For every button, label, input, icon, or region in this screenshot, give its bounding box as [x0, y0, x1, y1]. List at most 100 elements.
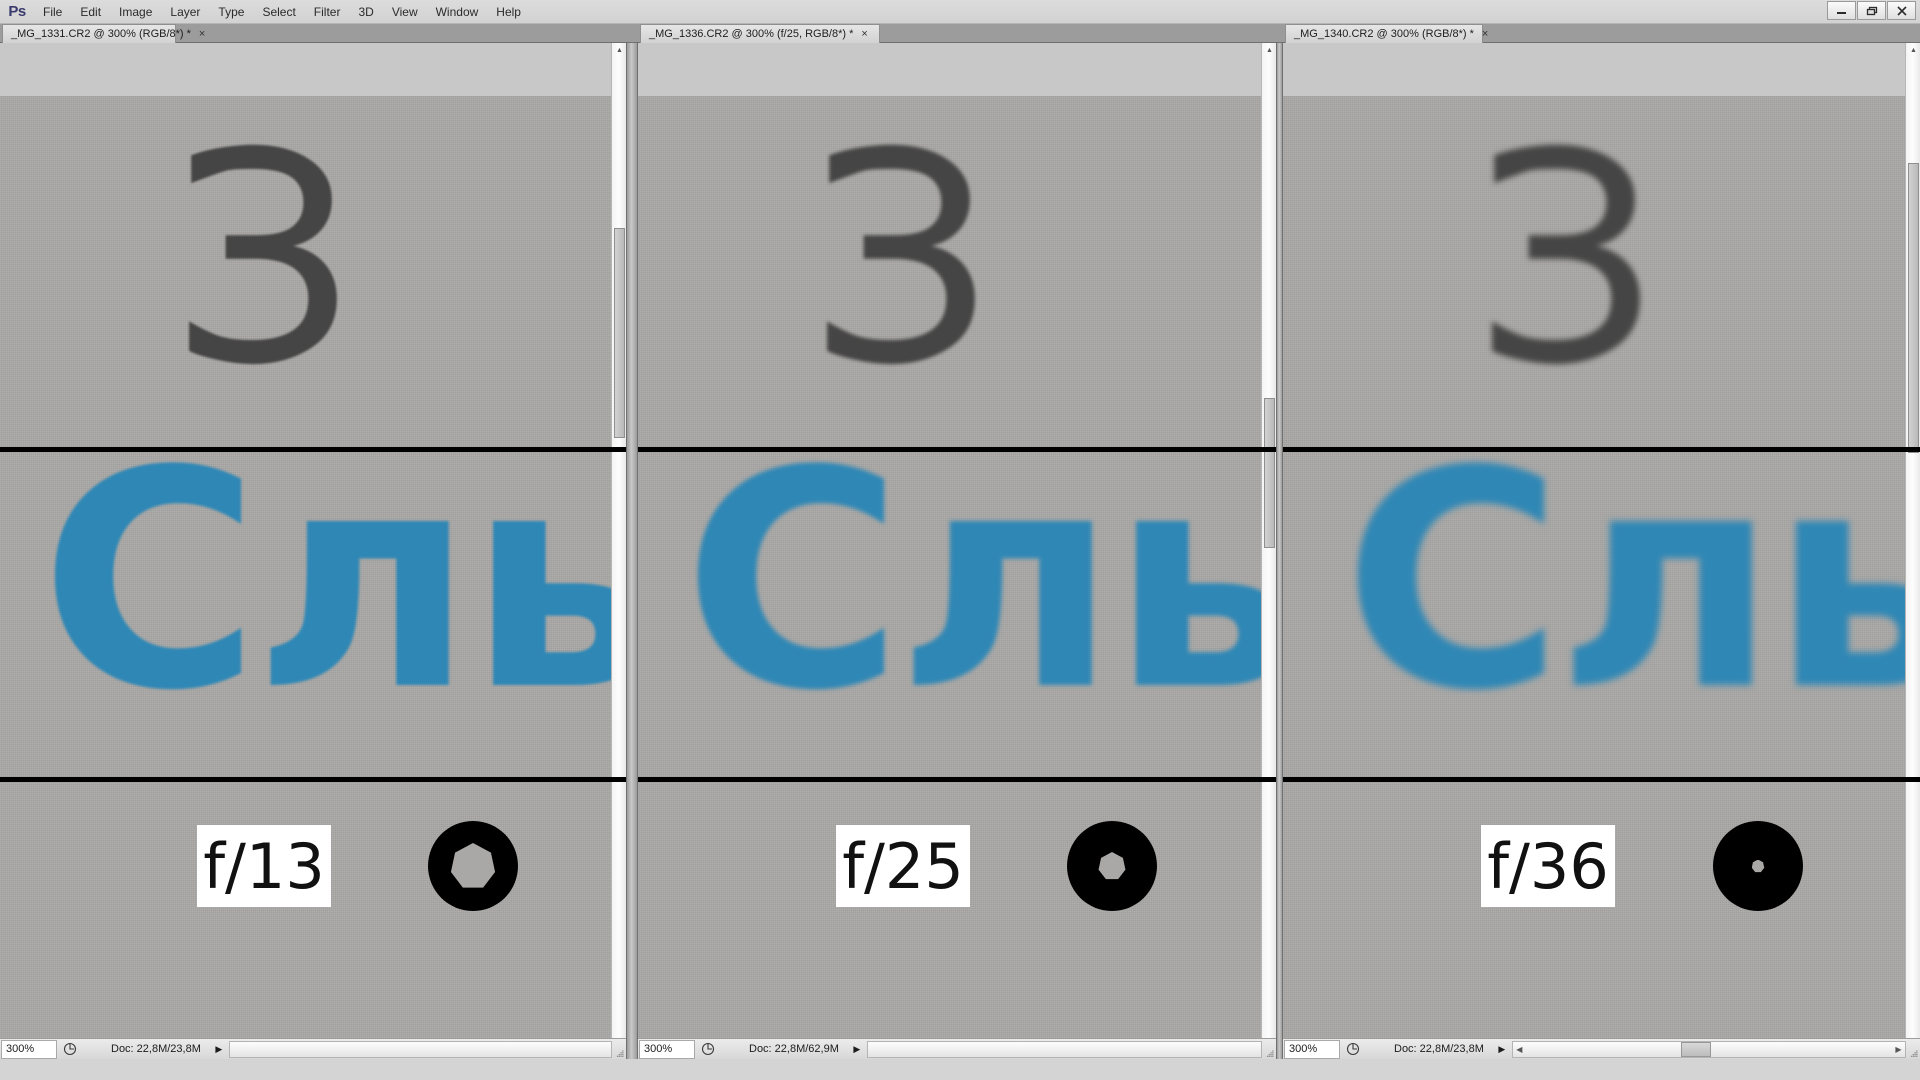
scrollbar-thumb[interactable] — [1264, 398, 1275, 548]
document-pane-1331[interactable]: З Слы f/13 ▲ 300% Doc: 22,8M/23,8M ▶ — [0, 43, 626, 1059]
document-tab-1336[interactable]: _MG_1336.CR2 @ 300% (f/25, RGB/8*) * × — [640, 24, 880, 43]
status-expand-icon[interactable]: ▶ — [849, 1044, 865, 1055]
divider-line — [1283, 777, 1920, 782]
resize-grip-icon[interactable] — [614, 1039, 626, 1060]
document-tab-strip: _MG_1331.CR2 @ 300% (RGB/8*) * × _MG_133… — [0, 24, 1920, 43]
menu-help[interactable]: Help — [487, 0, 530, 24]
cyrillic-word: Слы — [40, 452, 626, 756]
divider-line — [0, 447, 626, 452]
cyrillic-word: Слы — [683, 452, 1276, 756]
band-numeral: З — [0, 96, 626, 447]
scrollbar-thumb[interactable] — [1908, 163, 1919, 453]
document-sizes-icon[interactable] — [1340, 1040, 1366, 1059]
canvas-1336[interactable]: З Слы f/25 ▲ — [638, 43, 1276, 1038]
canvas-top-gap — [638, 43, 1276, 96]
menu-bar: Ps File Edit Image Layer Type Select Fil… — [0, 0, 1920, 24]
scroll-left-icon[interactable]: ◀ — [1513, 1042, 1526, 1057]
scroll-up-icon[interactable]: ▲ — [612, 43, 626, 57]
status-bar-track[interactable] — [866, 1040, 1262, 1058]
vertical-scrollbar-1336[interactable]: ▲ — [1261, 43, 1276, 1038]
numeral-glyph: З — [1473, 96, 1659, 429]
tab-title: _MG_1340.CR2 @ 300% (RGB/8*) * — [1294, 28, 1474, 40]
aperture-diagram — [428, 821, 518, 911]
close-icon[interactable]: × — [1482, 28, 1488, 40]
band-numeral: З — [638, 96, 1276, 447]
zoom-level-field[interactable]: 300% — [639, 1039, 695, 1059]
menu-image[interactable]: Image — [110, 0, 161, 24]
doc-size-text: Doc: 22,8M/23,8M — [111, 1043, 201, 1055]
doc-size-text: Doc: 22,8M/23,8M — [1394, 1043, 1484, 1055]
document-pane-1340[interactable]: З Слы f/36 ▲ 300% Doc: 22,8M/23,8M ▶ ◀ ▶ — [1283, 43, 1920, 1059]
doc-size-text: Doc: 22,8M/62,9M — [749, 1043, 839, 1055]
document-pane-1336[interactable]: З Слы f/25 ▲ 300% Doc: 22,8M/62,9M ▶ — [638, 43, 1276, 1059]
vertical-scrollbar-1340[interactable]: ▲ — [1905, 43, 1920, 1038]
menu-window[interactable]: Window — [427, 0, 488, 24]
canvas-1340[interactable]: З Слы f/36 ▲ — [1283, 43, 1920, 1038]
band-word: Слы — [638, 452, 1276, 777]
menu-select[interactable]: Select — [253, 0, 304, 24]
fstop-label: f/13 — [197, 825, 331, 907]
menu-layer[interactable]: Layer — [161, 0, 209, 24]
aperture-opening — [1751, 859, 1765, 873]
menu-3d[interactable]: 3D — [349, 0, 382, 24]
aperture-diagram — [1713, 821, 1803, 911]
photo-image-1336: З Слы f/25 — [638, 96, 1276, 1038]
window-controls — [1827, 1, 1916, 20]
close-icon[interactable]: × — [861, 28, 867, 40]
restore-icon[interactable] — [1857, 1, 1886, 20]
document-sizes-icon[interactable] — [57, 1040, 83, 1059]
menu-edit[interactable]: Edit — [71, 0, 110, 24]
photo-image-1331: З Слы f/13 — [0, 96, 626, 1038]
scrollbar-thumb[interactable] — [1680, 1041, 1711, 1057]
scroll-right-icon[interactable]: ▶ — [1892, 1042, 1905, 1057]
band-word: Слы — [1283, 452, 1920, 777]
menu-type[interactable]: Type — [209, 0, 253, 24]
zoom-level-field[interactable]: 300% — [1284, 1039, 1340, 1059]
cyrillic-word: Слы — [1343, 452, 1920, 756]
scrollbar-thumb[interactable] — [614, 228, 625, 438]
aperture-opening — [450, 843, 496, 888]
band-word: Слы — [0, 452, 626, 777]
document-tab-1331[interactable]: _MG_1331.CR2 @ 300% (RGB/8*) * × — [2, 24, 205, 43]
pane-divider-2[interactable] — [1276, 43, 1283, 1059]
divider-line — [638, 777, 1276, 782]
status-bar-1340: 300% Doc: 22,8M/23,8M ▶ ◀ ▶ — [1283, 1038, 1920, 1059]
canvas-top-gap — [0, 43, 626, 96]
band-fstop: f/13 — [0, 782, 626, 1038]
menu-filter[interactable]: Filter — [305, 0, 350, 24]
divider-line — [0, 777, 626, 782]
divider-line — [1283, 447, 1920, 452]
status-bar-1331: 300% Doc: 22,8M/23,8M ▶ — [0, 1038, 626, 1059]
vertical-scrollbar-1331[interactable]: ▲ — [611, 43, 626, 1038]
scroll-up-icon[interactable]: ▲ — [1262, 43, 1276, 57]
band-fstop: f/25 — [638, 782, 1276, 1038]
status-expand-icon[interactable]: ▶ — [211, 1044, 227, 1055]
scroll-up-icon[interactable]: ▲ — [1906, 43, 1920, 57]
minimize-icon[interactable] — [1827, 1, 1856, 20]
aperture-opening — [1098, 852, 1126, 880]
band-fstop: f/36 — [1283, 782, 1920, 1038]
canvas-top-gap — [1283, 43, 1920, 96]
resize-grip-icon[interactable] — [1264, 1039, 1276, 1060]
fstop-label: f/25 — [836, 825, 970, 907]
photoshop-logo-icon: Ps — [8, 3, 26, 20]
menu-file[interactable]: File — [34, 0, 71, 24]
resize-grip-icon[interactable] — [1908, 1039, 1920, 1060]
canvas-1331[interactable]: З Слы f/13 ▲ — [0, 43, 626, 1038]
horizontal-scrollbar[interactable]: ◀ ▶ — [1511, 1040, 1906, 1058]
close-icon[interactable]: × — [199, 28, 205, 40]
pane-divider-1[interactable] — [626, 43, 638, 1059]
tab-title: _MG_1336.CR2 @ 300% (f/25, RGB/8*) * — [649, 28, 854, 40]
band-numeral: З — [1283, 96, 1920, 447]
document-tab-1340[interactable]: _MG_1340.CR2 @ 300% (RGB/8*) * × — [1285, 24, 1488, 43]
document-sizes-icon[interactable] — [695, 1040, 721, 1059]
zoom-level-field[interactable]: 300% — [1, 1039, 57, 1059]
status-expand-icon[interactable]: ▶ — [1494, 1044, 1510, 1055]
divider-line — [638, 447, 1276, 452]
status-bar-track[interactable] — [228, 1040, 612, 1058]
status-bar-1336: 300% Doc: 22,8M/62,9M ▶ — [638, 1038, 1276, 1059]
numeral-glyph: З — [808, 96, 994, 429]
aperture-diagram — [1067, 821, 1157, 911]
close-icon[interactable] — [1887, 1, 1916, 20]
menu-view[interactable]: View — [383, 0, 427, 24]
